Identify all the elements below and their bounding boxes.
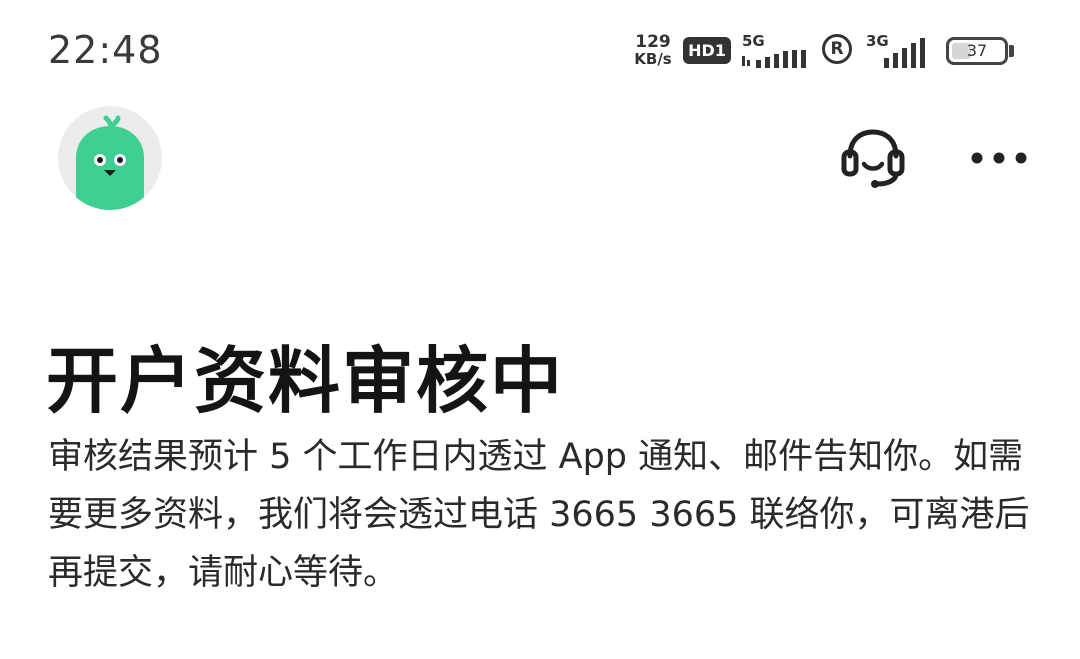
- roaming-icon: R: [822, 34, 852, 64]
- screen: 22:48 129 KB/s HD1 5G R 3G 37 开户资料审核中 审核…: [0, 0, 1080, 659]
- review-description: 审核结果预计 5 个工作日内透过 App 通知、邮件告知你。如需要更多资料，我们…: [48, 437, 1030, 593]
- headset-icon: [841, 129, 905, 188]
- page-title: 开户资料审核中: [46, 339, 565, 423]
- battery-percent: 37: [966, 41, 988, 60]
- sim2-signal-icon: [884, 38, 925, 68]
- network-speed-unit: KB/s: [634, 50, 672, 68]
- hd-badge: HD1: [683, 37, 731, 64]
- more-options-button[interactable]: [968, 140, 1030, 176]
- avatar[interactable]: [58, 106, 162, 210]
- network-speed: 129 KB/s: [627, 34, 679, 68]
- battery-tip: [1009, 45, 1014, 57]
- status-time: 22:48: [48, 28, 163, 72]
- customer-support-button[interactable]: [838, 126, 908, 190]
- sim1-signal-icon: [742, 50, 806, 68]
- battery-icon: 37: [946, 37, 1008, 65]
- sim1-network-label: 5G: [742, 32, 765, 50]
- green-mascot-icon: [76, 115, 144, 210]
- more-horizontal-icon: [971, 152, 1027, 164]
- status-bar: 22:48 129 KB/s HD1 5G R 3G 37: [0, 0, 1080, 100]
- network-speed-value: 129: [635, 32, 671, 52]
